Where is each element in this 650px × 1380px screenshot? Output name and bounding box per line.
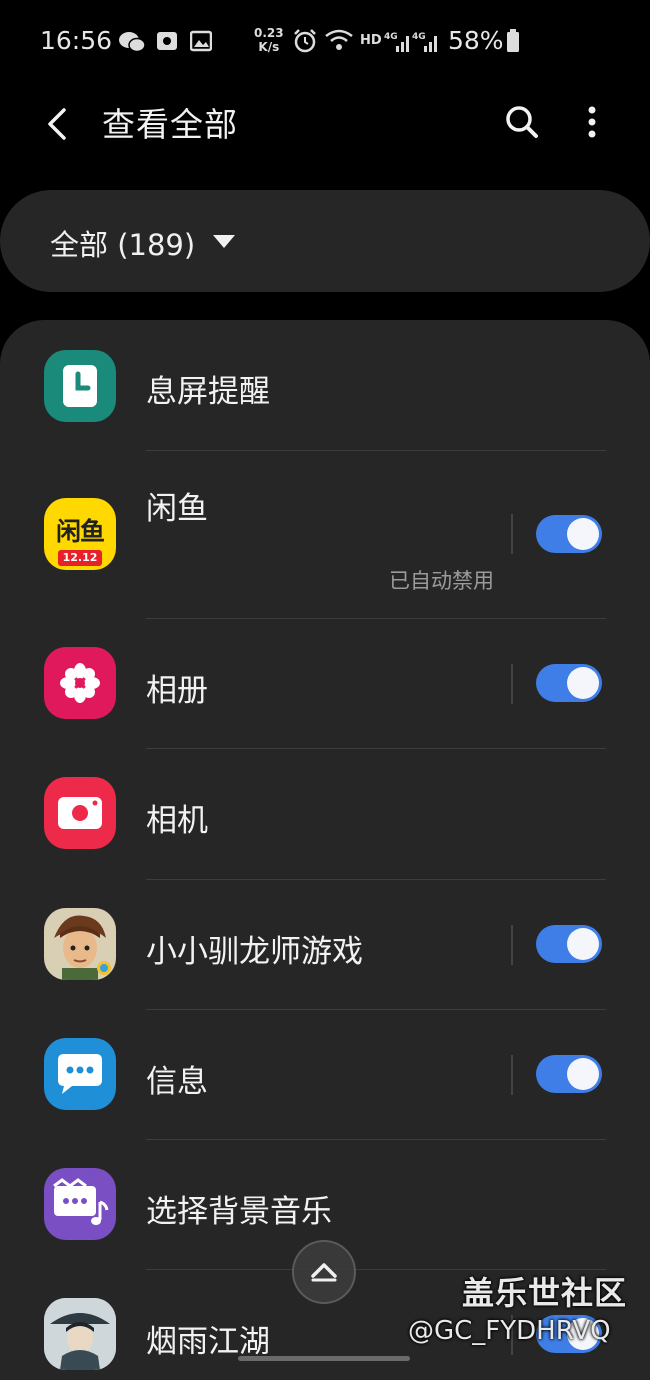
app-name: 闲鱼	[146, 491, 208, 527]
svg-text:4G: 4G	[412, 32, 426, 42]
battery-percent: 58%	[448, 26, 504, 55]
watermark-handle: @GC_FYDHRVQ	[408, 1316, 611, 1346]
background-music-icon	[44, 1168, 116, 1240]
app-name: 相机	[146, 803, 208, 839]
toggle-switch[interactable]	[536, 664, 602, 702]
dragon-trainer-game-icon	[44, 908, 116, 980]
list-item[interactable]: 信息	[0, 1010, 650, 1139]
app-list: 息屏提醒 闲鱼 12.12 闲鱼 已自动禁用 相册 相机 小小驯龙师游戏 信息 …	[0, 320, 650, 1380]
always-on-display-clock-icon	[44, 350, 116, 422]
battery-icon	[507, 29, 519, 52]
auto-disabled-label: 已自动禁用	[389, 569, 494, 593]
chevron-up-icon	[311, 1263, 337, 1282]
more-vert-icon[interactable]	[576, 100, 608, 144]
app-name: 烟雨江湖	[146, 1324, 270, 1360]
wifi-icon	[325, 29, 353, 50]
camera-icon	[44, 777, 116, 849]
app-name: 相册	[146, 673, 208, 709]
toggle-switch[interactable]	[536, 925, 602, 963]
app-name: 选择背景音乐	[146, 1194, 332, 1230]
camera-notif-icon	[157, 32, 177, 50]
list-item[interactable]: 相机	[0, 749, 650, 879]
page-title: 查看全部	[102, 105, 238, 144]
svg-text:4G: 4G	[384, 32, 398, 42]
app-name: 息屏提醒	[146, 374, 270, 410]
signal-4g-icon: 4G	[384, 32, 409, 52]
scroll-to-top-button[interactable]	[292, 1240, 356, 1304]
vertical-divider	[511, 514, 513, 554]
status-bar: 16:56 0.23 K/s HD 4G 4G 58%	[0, 0, 650, 84]
yanyu-jianghu-game-icon	[44, 1298, 116, 1370]
messages-icon	[44, 1038, 116, 1110]
back-arrow-icon[interactable]	[38, 104, 78, 144]
list-item[interactable]: 相册	[0, 619, 650, 748]
wechat-icon	[119, 32, 146, 53]
list-item[interactable]: 闲鱼 12.12 闲鱼 已自动禁用	[0, 451, 650, 618]
list-item[interactable]: 小小驯龙师游戏	[0, 880, 650, 1009]
watermark-title: 盖乐世社区	[462, 1274, 628, 1312]
network-speed: 0.23 K/s	[254, 26, 284, 54]
vertical-divider	[511, 664, 513, 704]
status-time: 16:56	[40, 26, 113, 55]
search-icon[interactable]	[500, 100, 544, 144]
filter-label: 全部 (189)	[50, 228, 196, 262]
filter-dropdown[interactable]: 全部 (189)	[0, 190, 650, 292]
vertical-divider	[511, 925, 513, 965]
toggle-switch[interactable]	[536, 515, 602, 553]
app-name: 信息	[146, 1064, 208, 1100]
home-indicator[interactable]	[238, 1356, 410, 1361]
hd-label: HD	[360, 33, 382, 48]
alarm-icon	[294, 29, 316, 53]
toggle-switch[interactable]	[536, 1055, 602, 1093]
caret-down-icon	[213, 235, 235, 248]
vertical-divider	[511, 1055, 513, 1095]
gallery-flower-icon	[44, 647, 116, 719]
gallery-notif-icon	[190, 30, 212, 52]
app-bar: 查看全部	[0, 84, 650, 164]
list-item[interactable]: 息屏提醒	[0, 320, 650, 450]
xianyu-icon: 闲鱼 12.12	[44, 498, 116, 570]
signal-4g-icon: 4G	[412, 32, 437, 52]
app-name: 小小驯龙师游戏	[146, 934, 363, 970]
